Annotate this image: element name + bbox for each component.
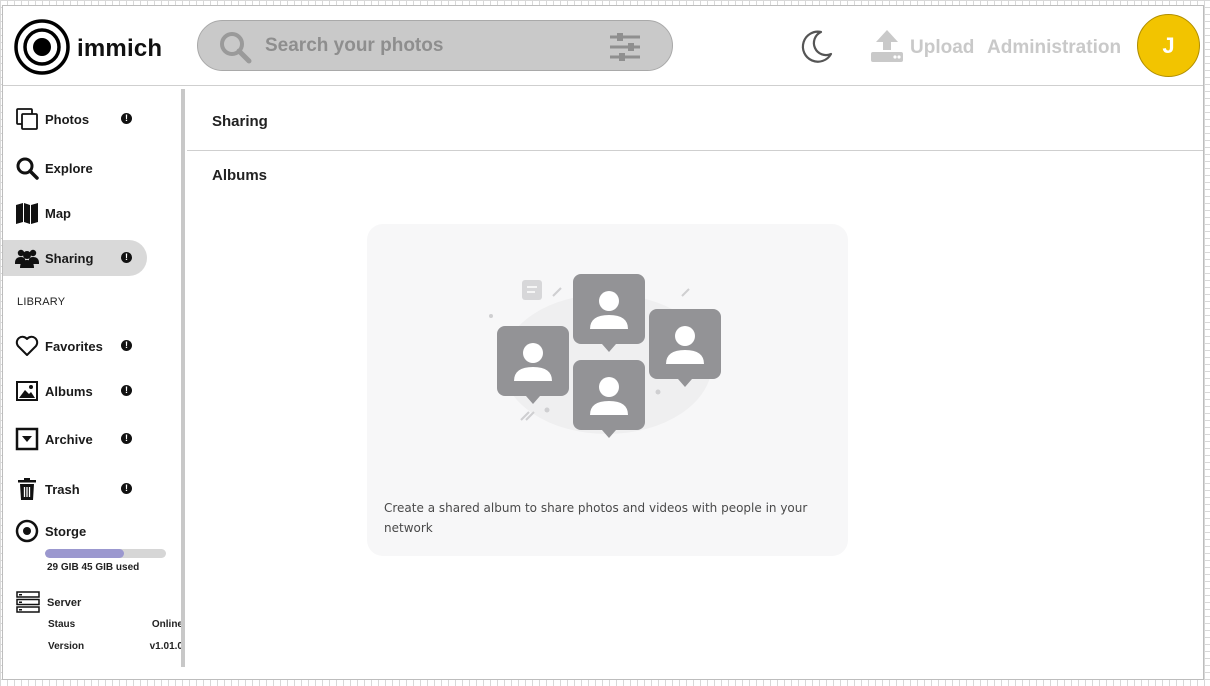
server-icon <box>16 591 40 613</box>
server-status-key: Staus <box>48 619 76 630</box>
storage-usage-fill <box>45 549 124 558</box>
empty-shared-albums-card[interactable]: Create a shared album to share photos an… <box>367 224 848 556</box>
immich-logo-icon[interactable] <box>14 19 70 75</box>
shared-people-illustration-icon <box>489 274 721 438</box>
archive-icon <box>15 427 39 451</box>
sidebar-item-map[interactable]: Map <box>3 195 147 231</box>
app-brand[interactable]: immich <box>77 35 162 63</box>
server-version-value: v1.01.0 <box>149 641 183 652</box>
sidebar-item-label: Favorites <box>45 339 103 354</box>
info-icon[interactable]: ! <box>121 433 132 444</box>
search-placeholder[interactable]: Search your photos <box>265 35 443 57</box>
search-filter-icon[interactable] <box>608 31 642 63</box>
info-icon[interactable]: ! <box>121 113 132 124</box>
info-icon[interactable]: ! <box>121 340 132 351</box>
info-icon[interactable]: ! <box>121 252 132 263</box>
sharing-icon <box>15 249 39 268</box>
user-avatar[interactable]: J <box>1137 14 1200 77</box>
albums-icon <box>16 381 38 401</box>
server-version-key: Version <box>48 641 85 652</box>
trash-icon <box>18 478 36 500</box>
sidebar-item-label: Photos <box>45 112 90 127</box>
sidebar-item-label: Storge <box>45 524 87 539</box>
photos-icon <box>16 108 38 130</box>
sidebar-item-label: Albums <box>45 384 93 399</box>
sidebar-item-albums[interactable]: Albums ! <box>3 373 147 409</box>
info-icon[interactable]: ! <box>121 483 132 494</box>
search-icon <box>220 32 252 64</box>
empty-state-message: Create a shared album to share photos an… <box>384 501 808 535</box>
info-icon[interactable]: ! <box>121 385 132 396</box>
upload-button[interactable]: Upload <box>910 37 974 59</box>
title-divider <box>187 150 1203 151</box>
sidebar-scrollbar[interactable] <box>181 89 185 667</box>
map-icon <box>16 203 38 224</box>
sidebar-item-label: Map <box>45 206 71 221</box>
explore-icon <box>16 157 39 180</box>
sidebar-item-favorites[interactable]: Favorites ! <box>3 328 147 364</box>
theme-toggle-moon-icon[interactable] <box>799 28 835 64</box>
sidebar-item-sharing[interactable]: Sharing ! <box>3 240 147 276</box>
search-bar[interactable]: Search your photos <box>197 20 673 71</box>
sidebar-item-label: Archive <box>45 432 93 447</box>
sidebar-item-label: Explore <box>45 161 93 176</box>
server-label: Server <box>47 597 82 609</box>
administration-link[interactable]: Administration <box>987 37 1121 59</box>
sidebar-item-explore[interactable]: Explore <box>3 150 147 186</box>
app-window: immich Search your photos Upload Adminis… <box>2 5 1204 680</box>
sidebar-item-archive[interactable]: Archive ! <box>3 421 147 457</box>
upload-icon[interactable] <box>869 28 905 64</box>
storage-usage-text: 29 GIB 45 GIB used <box>47 562 140 573</box>
main-content: Sharing Albums Create a shared album to … <box>187 87 1203 681</box>
sidebar-item-trash[interactable]: Trash ! <box>3 471 147 507</box>
sidebar: Photos ! Explore Map Sharing ! LIBRARY F… <box>3 87 187 681</box>
sidebar-item-storage[interactable]: Storge <box>3 513 147 549</box>
storage-icon <box>15 519 39 543</box>
sidebar-item-label: Sharing <box>45 251 94 266</box>
storage-usage-bar <box>45 549 166 558</box>
top-bar: immich Search your photos Upload Adminis… <box>3 6 1203 86</box>
heart-icon <box>15 335 39 356</box>
sidebar-item-photos[interactable]: Photos ! <box>3 101 147 137</box>
page-title: Sharing <box>212 113 268 130</box>
albums-section-title: Albums <box>212 167 268 184</box>
server-status-value: Online <box>151 619 183 630</box>
sidebar-item-label: Trash <box>45 482 80 497</box>
library-section-label: LIBRARY <box>17 296 66 308</box>
